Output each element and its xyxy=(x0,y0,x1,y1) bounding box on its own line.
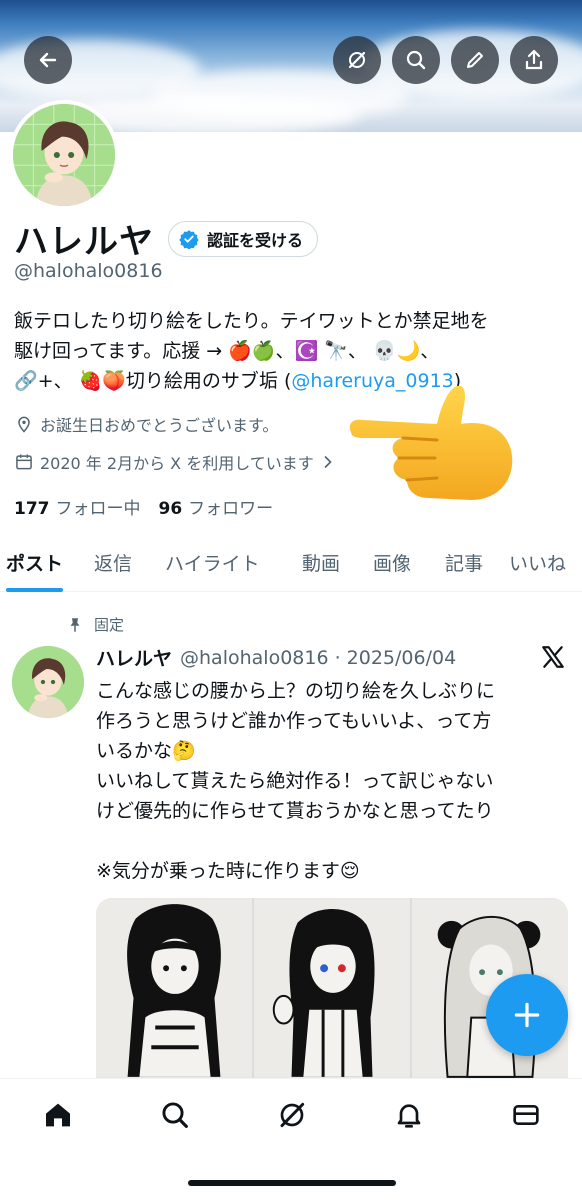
search-button[interactable] xyxy=(392,36,440,84)
search-icon xyxy=(406,50,426,70)
back-button[interactable] xyxy=(24,36,72,84)
post-line: けど優先的に作らせて貰おうかなと思ってたり xyxy=(96,800,494,822)
post-line: いいねして貰えたら絶対作る！って訳じゃない xyxy=(96,770,494,792)
bio-line: 飯テロしたり切り絵をしたり。テイワットとか禁足地を xyxy=(14,310,489,332)
home-indicator[interactable] xyxy=(188,1180,396,1186)
nav-messages[interactable] xyxy=(506,1095,546,1135)
get-verified-label: 認証を受ける xyxy=(207,230,304,250)
post-line: ※気分が乗った時に作ります😌 xyxy=(96,860,360,882)
location-text: お誕生日おめでとうございます。 xyxy=(40,416,279,435)
tab-highlights[interactable]: ハイライト xyxy=(165,540,260,592)
tab-articles[interactable]: 記事 xyxy=(445,540,483,592)
x-logo-icon[interactable] xyxy=(540,644,566,670)
followers-count: 96 xyxy=(158,499,183,519)
pinned-label: 固定 xyxy=(94,616,125,634)
pointing-hand-emoji xyxy=(349,385,513,500)
papercut-illustration xyxy=(254,899,410,1077)
nav-home[interactable] xyxy=(38,1095,78,1135)
post-author-name[interactable]: ハレルヤ xyxy=(96,644,172,671)
tab-likes[interactable]: いいね xyxy=(509,540,566,592)
post-author-avatar[interactable] xyxy=(12,646,84,718)
share-icon xyxy=(525,49,543,70)
grok-button[interactable] xyxy=(333,36,381,84)
location-pin-icon xyxy=(18,416,30,433)
get-verified-button[interactable]: 認証を受ける xyxy=(168,220,319,257)
pinned-indicator: 固定 xyxy=(66,614,124,635)
profile-tabs: ポスト 返信 ハイライト 動画 画像 記事 いいね xyxy=(0,540,582,592)
grok-icon xyxy=(348,51,366,69)
post-header: ハレルヤ @halohalo0816 · 2025/06/04 xyxy=(96,644,456,671)
nav-search[interactable] xyxy=(155,1095,195,1135)
grok-icon xyxy=(280,1102,305,1128)
followers-link[interactable]: 96 フォロワー xyxy=(159,494,274,519)
post-line: こんな感じの腰から上？の切り絵を久しぶりに xyxy=(96,680,496,702)
tab-replies[interactable]: 返信 xyxy=(94,540,132,592)
following-link[interactable]: 177 フォロー中 xyxy=(14,494,141,519)
profile-handle: @halohalo0816 xyxy=(14,260,163,282)
follow-stats: 177 フォロー中 96 フォロワー xyxy=(14,494,273,519)
tab-videos[interactable]: 動画 xyxy=(302,540,340,592)
post-text: こんな感じの腰から上？の切り絵を久しぶりに 作ろうと思うけど誰か作ってもいいよ、… xyxy=(96,676,572,886)
home-icon xyxy=(46,1103,70,1127)
joined-text: 2020 年 2月から X を利用しています xyxy=(40,454,314,473)
bell-icon xyxy=(397,1104,421,1128)
avatar-illustration xyxy=(13,104,115,206)
following-count: 177 xyxy=(14,499,50,519)
tab-images[interactable]: 画像 xyxy=(373,540,411,592)
nav-notifications[interactable] xyxy=(389,1095,429,1135)
profile-joined[interactable]: 2020 年 2月から X を利用しています xyxy=(14,450,338,474)
mail-icon xyxy=(513,1105,539,1125)
followers-label: フォロワー xyxy=(188,499,274,519)
chevron-right-icon xyxy=(324,456,332,468)
profile-name: ハレルヤ xyxy=(14,222,154,262)
verified-badge-icon xyxy=(179,229,199,249)
bio-line: 駆け回ってます。応援 → 🍎🍏、☪️ 🔭、 💀🌙、 xyxy=(14,340,440,362)
profile-location: お誕生日おめでとうございます。 xyxy=(14,412,278,436)
media-image[interactable] xyxy=(254,898,410,1078)
post-line-break xyxy=(96,826,572,856)
media-image[interactable] xyxy=(96,898,252,1078)
edit-button[interactable] xyxy=(451,36,499,84)
post-handle-date: @halohalo0816 · 2025/06/04 xyxy=(180,646,457,669)
arrow-left-icon xyxy=(39,52,57,68)
calendar-icon xyxy=(16,454,32,470)
papercut-illustration xyxy=(96,899,252,1077)
post-line: 作ろうと思うけど誰か作ってもいいよ、って方 xyxy=(96,710,492,732)
nav-grok[interactable] xyxy=(272,1095,312,1135)
avatar-illustration xyxy=(12,646,84,718)
edit-icon xyxy=(467,52,483,68)
search-icon xyxy=(162,1102,188,1128)
post-line: いるかな🤔 xyxy=(96,740,196,762)
plus-icon xyxy=(514,1002,540,1028)
tab-posts[interactable]: ポスト xyxy=(6,540,64,592)
bio-text: 🔗+、 🍓🍑切り絵用のサブ垢 ( xyxy=(14,370,292,392)
pin-icon xyxy=(70,617,80,632)
compose-post-button[interactable] xyxy=(486,974,568,1056)
profile-avatar[interactable] xyxy=(9,100,119,210)
share-button[interactable] xyxy=(510,36,558,84)
following-label: フォロー中 xyxy=(55,499,141,519)
